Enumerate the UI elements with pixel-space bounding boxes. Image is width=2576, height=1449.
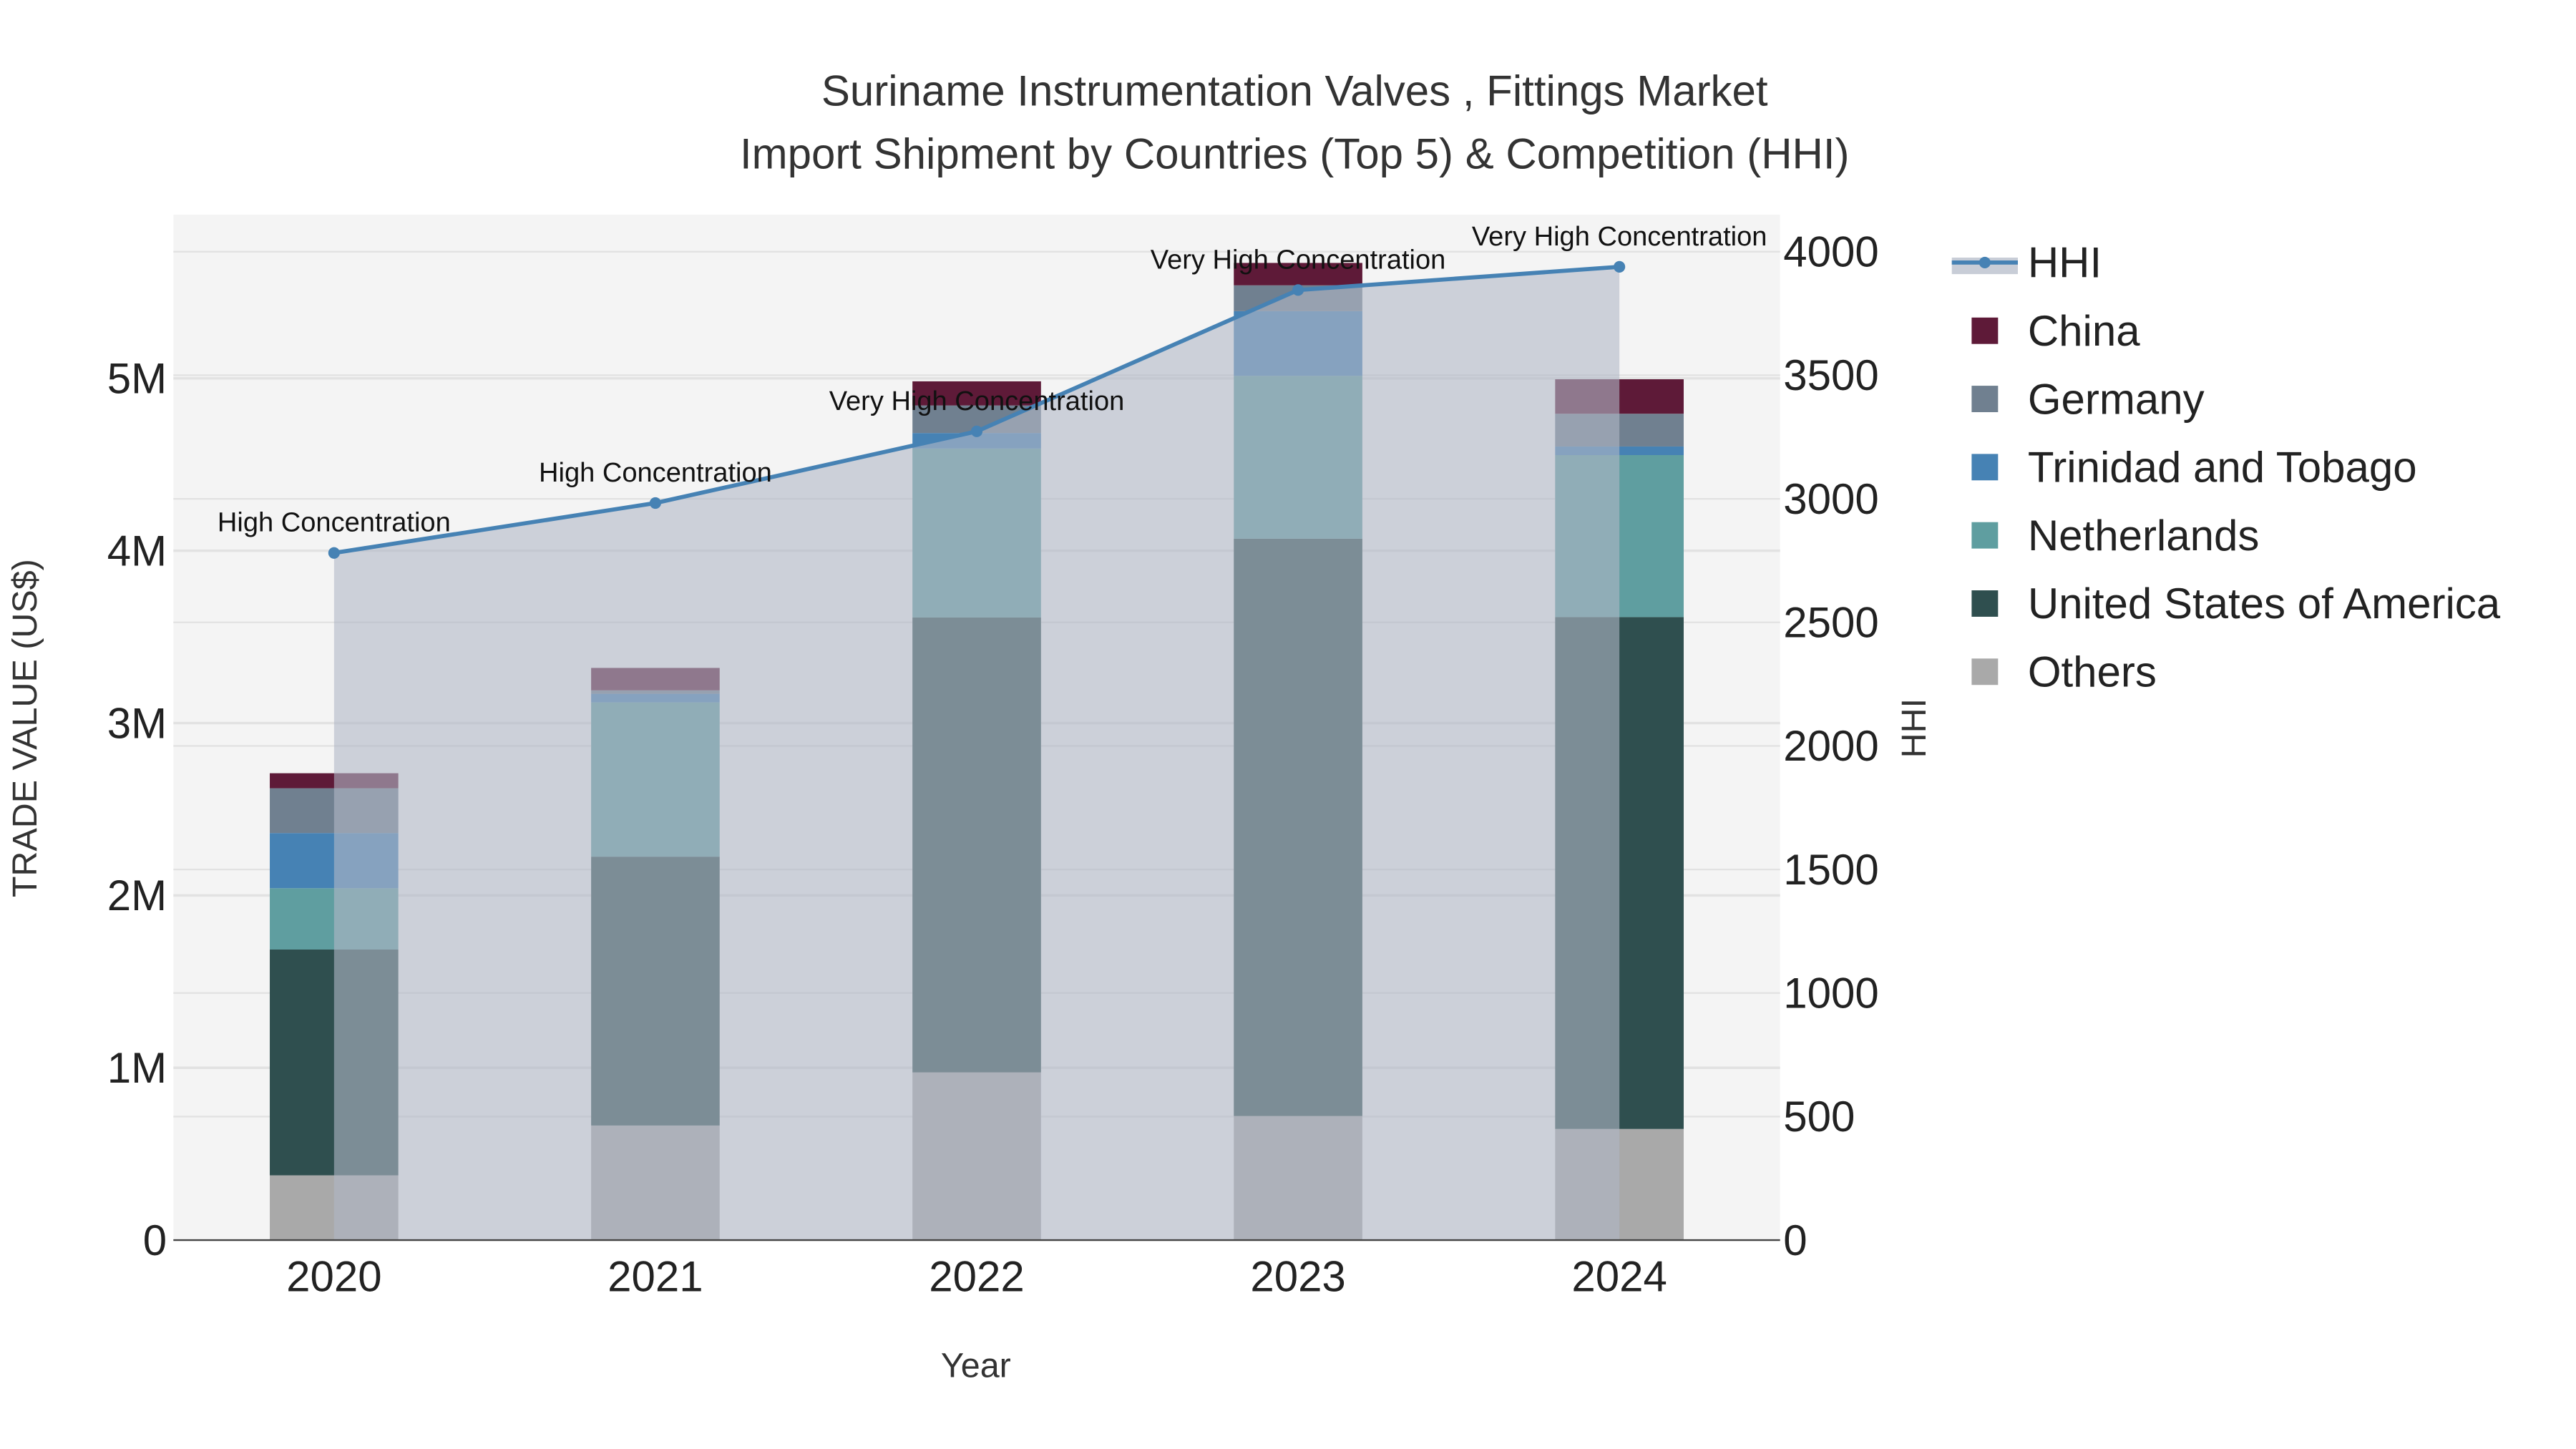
x-tick-label: 2020 — [286, 1253, 381, 1301]
legend-swatch — [1971, 386, 1999, 412]
hhi-annotation: Very High Concentration — [829, 386, 1125, 416]
legend-swatch — [1971, 522, 1999, 549]
legend-swatch — [1971, 317, 1999, 344]
y-tick-label: 5M — [107, 355, 167, 403]
legend-hhi-marker — [1979, 256, 1991, 268]
y-axis-title: TRADE VALUE (US$) — [6, 559, 44, 897]
legend-label: Others — [2028, 648, 2157, 696]
x-tick-label: 2021 — [608, 1253, 703, 1301]
hhi-point-2022 — [970, 425, 983, 437]
x-axis-title: Year — [941, 1347, 1011, 1385]
y2-tick-label: 1500 — [1783, 846, 1878, 894]
legend-label: Netherlands — [2028, 512, 2260, 560]
hhi-annotation: High Concentration — [539, 458, 772, 488]
hhi-point-2021 — [649, 497, 661, 509]
legend-swatch — [1971, 590, 1999, 617]
hhi-annotation: High Concentration — [218, 508, 451, 538]
legend-label: China — [2028, 307, 2140, 355]
y2-tick-label: 4000 — [1783, 228, 1878, 276]
chart-title-line1: Suriname Instrumentation Valves , Fittin… — [821, 67, 1768, 115]
chart: High Concentration High Concentration Very… — [6, 67, 2501, 1385]
hhi-point-2024 — [1614, 260, 1626, 273]
legend-label: HHI — [2028, 239, 2102, 287]
x-tick-label: 2024 — [1571, 1253, 1667, 1301]
hhi-point-2023 — [1292, 284, 1304, 296]
legend-label: Trinidad and Tobago — [2028, 444, 2417, 492]
hhi-annotation: Very High Concentration — [1151, 245, 1446, 275]
legend-swatch — [1971, 454, 1999, 481]
y-tick-label: 0 — [143, 1216, 167, 1264]
y2-tick-label: 3500 — [1783, 351, 1878, 399]
legend: HHI China Germany Trinidad and Tobago Nether… — [1951, 239, 2501, 696]
y2-tick-label: 3000 — [1783, 475, 1878, 523]
y2-tick-label: 0 — [1783, 1216, 1807, 1264]
x-tick-label: 2022 — [929, 1253, 1024, 1301]
y2-tick-label: 2000 — [1783, 722, 1878, 770]
chart-title-line2: Import Shipment by Countries (Top 5) & C… — [740, 130, 1850, 177]
legend-label: United States of America — [2028, 580, 2501, 628]
legend-swatch — [1971, 658, 1999, 686]
y-tick-label: 1M — [107, 1044, 167, 1092]
y-tick-label: 2M — [107, 872, 167, 919]
y2-tick-label: 1000 — [1783, 970, 1878, 1018]
hhi-annotation: Very High Concentration — [1472, 222, 1767, 252]
legend-label: Germany — [2028, 375, 2205, 423]
y2-tick-label: 500 — [1783, 1093, 1855, 1141]
y-tick-label: 3M — [107, 699, 167, 747]
hhi-point-2020 — [328, 547, 340, 559]
y2-tick-label: 2500 — [1783, 599, 1878, 647]
x-tick-label: 2023 — [1250, 1253, 1345, 1301]
y2-axis-title: HHI — [1895, 698, 1933, 758]
y-tick-label: 4M — [107, 527, 167, 575]
